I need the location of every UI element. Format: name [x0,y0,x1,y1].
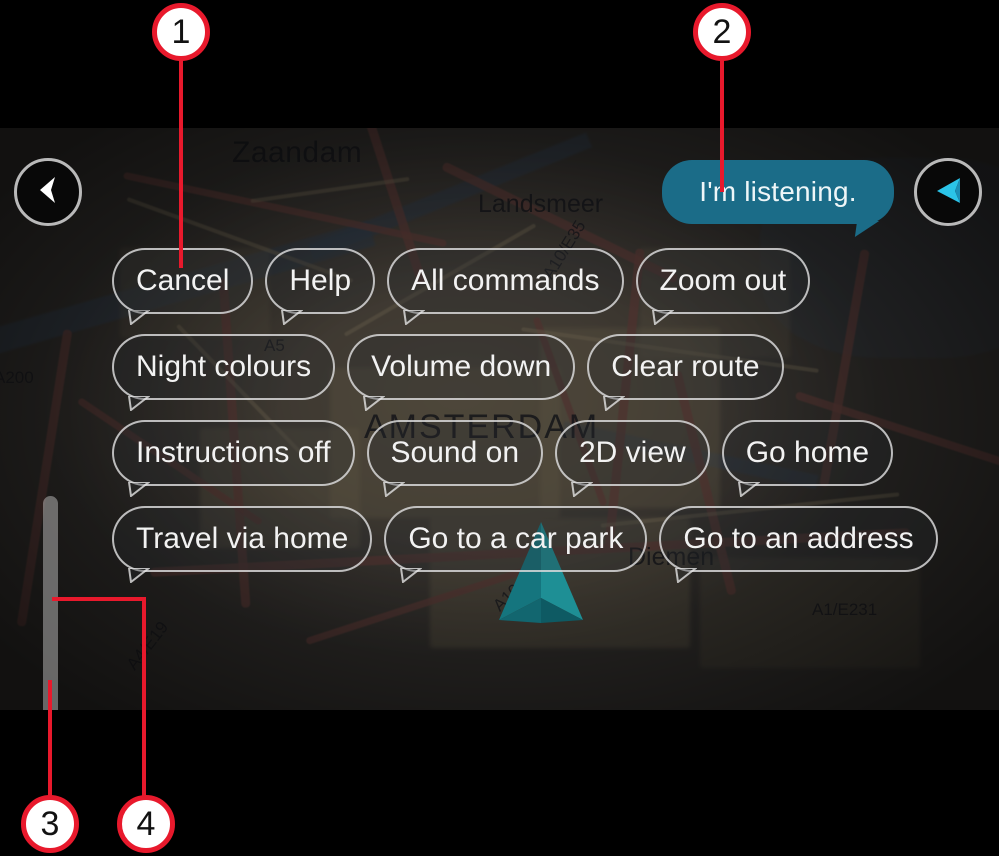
bubble-tail [400,568,423,583]
command-bubble-go-to-a-car-park[interactable]: Go to a car park [384,506,648,583]
back-button[interactable] [14,158,82,226]
callout-marker-2: 2 [693,3,751,61]
command-label: Volume down [371,350,552,383]
command-bubble-volume-down[interactable]: Volume down [347,334,576,411]
callout-leader-line-4-horizontal [52,597,146,601]
bubble-tail [603,396,626,411]
command-label: Instructions off [136,436,331,469]
listening-bubble: I'm listening. [662,160,894,237]
bubble-tail [382,482,405,497]
navigation-arrow-icon [930,172,966,213]
map-place-label: Landsmeer [478,190,604,218]
command-row: Cancel Help All commands Zoom out [0,248,999,326]
command-bubble-zoom-out[interactable]: Zoom out [635,248,811,325]
command-label: Cancel [136,264,230,297]
bubble-tail [363,396,386,411]
bubble-tail [675,568,698,583]
command-label: Sound on [390,436,519,469]
back-arrow-icon [31,173,65,212]
command-bubble-night-colours[interactable]: Night colours [112,334,336,411]
map-place-label: Zaandam [232,136,363,169]
command-bubble-clear-route[interactable]: Clear route [587,334,784,411]
command-label: Go to an address [683,522,914,555]
command-label: Go home [745,436,870,469]
map-canvas[interactable]: Zaandam Landsmeer AMSTERDAM Diemen A10/E… [0,128,999,710]
command-row: Travel via home Go to a car park Go to a… [0,506,999,584]
bubble-tail [651,310,674,325]
callout-leader-line-1 [179,56,183,268]
command-bubble-sound-on[interactable]: Sound on [366,420,543,497]
callout-marker-1: 1 [152,3,210,61]
bubble-tail [281,310,304,325]
command-bubble-travel-via-home[interactable]: Travel via home [112,506,373,583]
callout-leader-line-4-vertical [142,597,146,810]
navigation-view-button[interactable] [914,158,982,226]
screenshot-root: Zaandam Landsmeer AMSTERDAM Diemen A10/E… [0,0,999,856]
command-label: Go to a car park [408,522,624,555]
command-bubble-all-commands[interactable]: All commands [387,248,624,325]
command-bubble-2d-view[interactable]: 2D view [555,420,710,497]
bubble-tail [737,482,760,497]
command-bubble-go-home[interactable]: Go home [721,420,894,497]
map-road-shield: A1/E231 [812,600,878,619]
callout-leader-line-3 [48,680,52,810]
callout-marker-4: 4 [117,795,175,853]
command-label: Clear route [611,350,760,383]
bubble-tail [403,310,426,325]
bubble-tail [128,396,150,411]
command-label: All commands [411,264,600,297]
command-label: Help [289,264,352,297]
listening-bubble-tail [854,221,880,237]
command-row: Night colours Volume down Clear route [0,334,999,412]
voice-command-list: Cancel Help All commands Zoom out Night … [0,248,999,592]
command-label: Travel via home [136,522,349,555]
command-label: Night colours [136,350,312,383]
callout-marker-3: 3 [21,795,79,853]
bubble-tail [128,310,150,325]
callout-leader-line-2 [720,56,724,192]
command-bubble-help[interactable]: Help [265,248,376,325]
command-label: Zoom out [659,264,787,297]
command-label: 2D view [579,436,686,469]
bubble-tail [128,568,150,583]
command-bubble-go-to-an-address[interactable]: Go to an address [659,506,938,583]
command-bubble-instructions-off[interactable]: Instructions off [112,420,355,497]
bubble-tail [571,482,593,497]
command-row: Instructions off Sound on 2D view Go hom… [0,420,999,498]
bubble-tail [128,482,150,497]
